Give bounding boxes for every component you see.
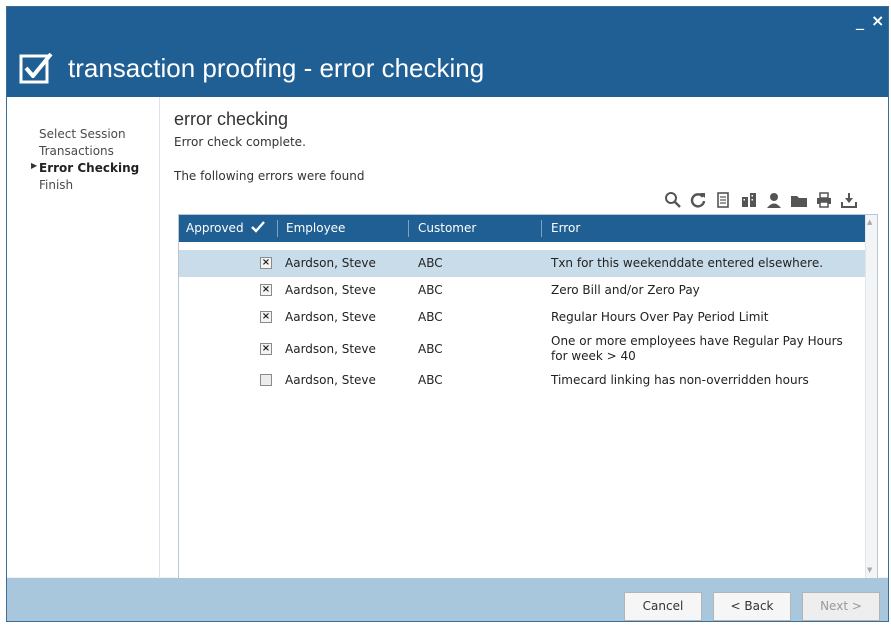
column-divider[interactable]	[541, 220, 542, 237]
title-bar: transaction proofing - error checking _ …	[7, 7, 888, 97]
approved-checkbox[interactable]: ×	[260, 343, 272, 355]
employee-cell: Aardson, Steve	[285, 256, 376, 270]
column-header-employee[interactable]: Employee	[286, 215, 345, 242]
table-row[interactable]: Aardson, Steve ABC Timecard linking has …	[179, 367, 867, 394]
column-divider[interactable]	[277, 220, 278, 237]
vertical-scrollbar[interactable]: ▲ ▼	[865, 215, 877, 578]
table-row[interactable]: × Aardson, Steve ABC Txn for this weeken…	[179, 250, 867, 277]
employee-cell: Aardson, Steve	[285, 342, 376, 356]
footer-bar: Cancel < Back Next >	[7, 578, 888, 621]
search-icon[interactable]	[664, 191, 682, 209]
export-icon[interactable]	[840, 191, 858, 209]
approved-checkbox[interactable]: ×	[260, 311, 272, 323]
customer-cell: ABC	[418, 342, 443, 356]
errors-grid: Approved Employee Customer Error × Aards…	[178, 214, 878, 579]
next-button[interactable]: Next >	[802, 592, 880, 621]
employee-cell: Aardson, Steve	[285, 373, 376, 387]
back-button[interactable]: < Back	[713, 592, 791, 621]
customer-cell: ABC	[418, 310, 443, 324]
sidebar-item-select-session[interactable]: Select Session	[39, 127, 126, 141]
customer-cell: ABC	[418, 373, 443, 387]
table-row[interactable]: × Aardson, Steve ABC Zero Bill and/or Ze…	[179, 277, 867, 304]
errors-found-text: The following errors were found	[174, 169, 365, 183]
wizard-steps-sidebar: Select Session Transactions ▶ Error Chec…	[7, 97, 160, 577]
table-row[interactable]: × Aardson, Steve ABC Regular Hours Over …	[179, 304, 867, 331]
column-label: Approved	[186, 221, 244, 235]
scroll-down-arrow-icon[interactable]: ▼	[867, 566, 872, 574]
error-cell: Txn for this weekenddate entered elsewhe…	[551, 256, 824, 270]
folder-icon[interactable]	[790, 191, 808, 209]
employee-cell: Aardson, Steve	[285, 283, 376, 297]
sidebar-item-error-checking[interactable]: ▶ Error Checking	[31, 161, 140, 175]
customer-cell: ABC	[418, 283, 443, 297]
employee-cell: Aardson, Steve	[285, 310, 376, 324]
error-cell: Timecard linking has non-overridden hour…	[551, 373, 809, 387]
column-header-approved[interactable]: Approved	[186, 215, 266, 242]
wizard-window: transaction proofing - error checking _ …	[6, 6, 889, 622]
current-step-arrow-icon: ▶	[31, 161, 38, 170]
error-cell: Regular Hours Over Pay Period Limit	[551, 310, 769, 324]
approved-checkbox[interactable]: ×	[260, 257, 272, 269]
page-title: error checking	[174, 109, 289, 129]
scroll-up-arrow-icon[interactable]: ▲	[867, 218, 872, 226]
column-header-customer[interactable]: Customer	[418, 215, 476, 242]
refresh-icon[interactable]	[689, 191, 707, 209]
error-cell: One or more employees have Regular Pay H…	[551, 334, 843, 363]
column-header-error[interactable]: Error	[551, 215, 580, 242]
checkmark-icon	[251, 221, 266, 233]
table-row[interactable]: × Aardson, Steve ABC One or more employe…	[179, 331, 867, 367]
checkbox-checked-icon	[19, 52, 53, 84]
window-title: transaction proofing - error checking	[68, 53, 485, 83]
minimize-button[interactable]: _	[856, 13, 864, 29]
grid-header: Approved Employee Customer Error	[179, 215, 867, 242]
approved-checkbox[interactable]: ×	[260, 284, 272, 296]
organization-icon[interactable]	[740, 191, 758, 209]
close-button[interactable]: ×	[871, 13, 884, 29]
error-cell: Zero Bill and/or Zero Pay	[551, 283, 700, 297]
approved-checkbox[interactable]	[260, 374, 272, 386]
status-text: Error check complete.	[174, 135, 306, 149]
grid-toolbar	[664, 191, 884, 209]
cancel-button[interactable]: Cancel	[624, 592, 702, 621]
sidebar-item-transactions[interactable]: Transactions	[39, 144, 114, 158]
person-icon[interactable]	[765, 191, 783, 209]
sidebar-item-label: Error Checking	[39, 161, 140, 175]
customer-cell: ABC	[418, 256, 443, 270]
sidebar-item-finish[interactable]: Finish	[39, 178, 73, 192]
column-divider[interactable]	[408, 220, 409, 237]
document-icon[interactable]	[714, 191, 732, 209]
print-icon[interactable]	[815, 191, 833, 209]
